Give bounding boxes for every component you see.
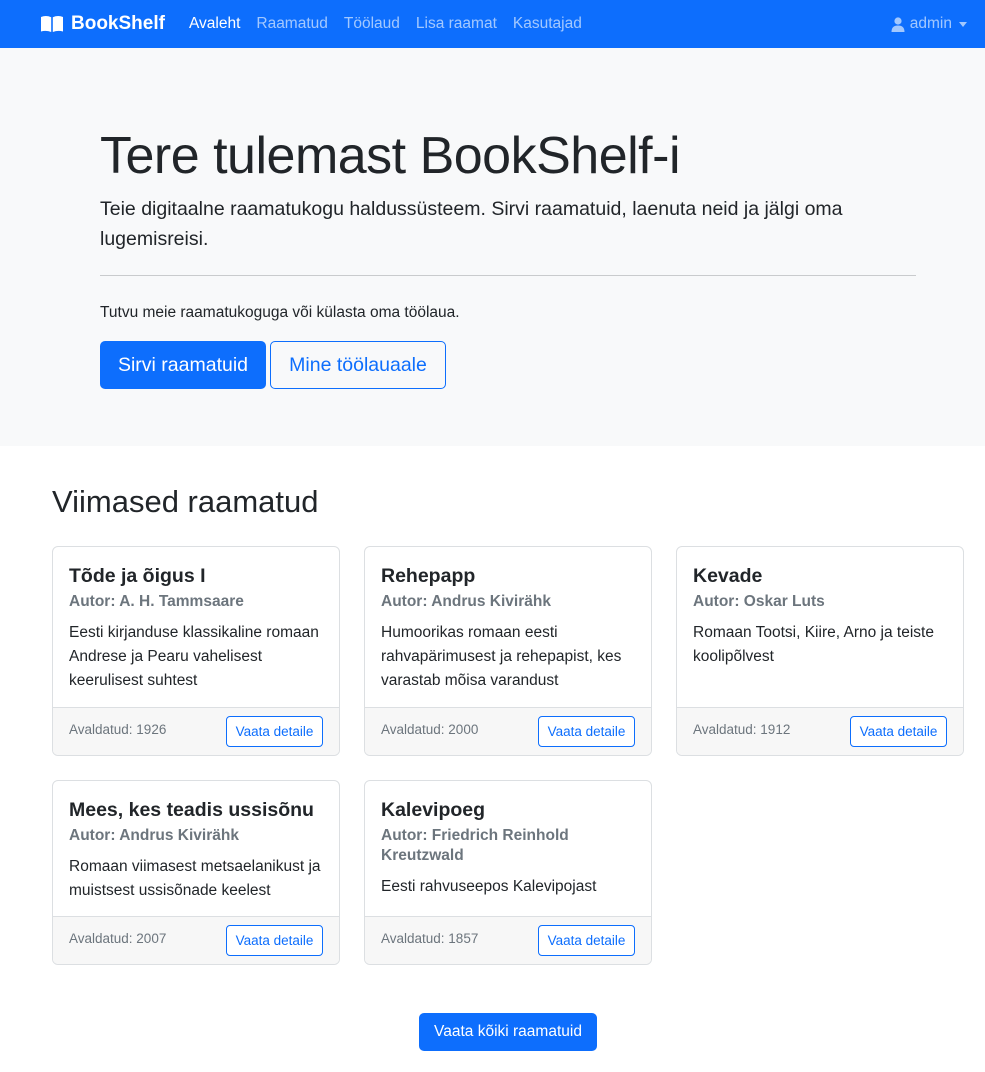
book-published: Avaldatud: 2007 [69, 931, 167, 946]
book-description: Eesti kirjanduse klassikaline romaan And… [69, 624, 319, 689]
book-author: Autor: A. H. Tammsaare [69, 593, 244, 610]
nav-links: Avaleht Raamatud Töölaud Lisa raamat Kas… [189, 15, 598, 33]
book-title: Kalevipoeg [381, 799, 486, 821]
user-menu-dropdown[interactable]: admin [891, 15, 967, 33]
book-title: Tõde ja õigus I [69, 565, 206, 587]
book-card: Mees, kes teadis ussisõnu Autor: Andrus … [52, 780, 340, 965]
book-description: Eesti rahvuseepos Kalevipojast [381, 878, 597, 895]
card-footer: Avaldatud: 2000 Vaata detaile [365, 707, 651, 755]
view-details-button[interactable]: Vaata detaile [226, 716, 323, 747]
book-description: Humoorikas romaan eesti rahvapärimusest … [381, 624, 622, 689]
book-open-icon [41, 16, 63, 32]
card-footer: Avaldatud: 1912 Vaata detaile [677, 707, 963, 755]
hero-section: Tere tulemast BookShelf-i Teie digitaaln… [0, 48, 985, 446]
book-card: Kevade Autor: Oskar Luts Romaan Tootsi, … [676, 546, 964, 756]
nav-link-kasutajad[interactable]: Kasutajad [513, 15, 582, 33]
view-details-button[interactable]: Vaata detaile [850, 716, 947, 747]
hero-lead: Teie digitaalne raamatukogu haldussüstee… [100, 198, 843, 250]
hero-divider [100, 275, 916, 276]
view-details-button[interactable]: Vaata detaile [538, 925, 635, 956]
nav-link-avaleht[interactable]: Avaleht [189, 15, 240, 33]
user-name: admin [909, 15, 952, 32]
book-description: Romaan viimasest metsaelanikust ja muist… [69, 858, 321, 899]
book-author: Autor: Andrus Kivirähk [381, 593, 551, 610]
nav-link-lisa-raamat[interactable]: Lisa raamat [416, 15, 497, 33]
user-icon [891, 16, 905, 32]
book-title: Rehepapp [381, 565, 476, 587]
card-footer: Avaldatud: 1857 Vaata detaile [365, 916, 651, 964]
caret-down-icon [959, 21, 967, 27]
book-author: Autor: Friedrich Reinhold Kreutzwald [381, 827, 569, 864]
recent-books-title: Viimased raamatud [52, 484, 319, 519]
brand-link[interactable]: BookShelf [40, 13, 165, 35]
book-author: Autor: Oskar Luts [693, 593, 825, 610]
book-published: Avaldatud: 1926 [69, 722, 167, 737]
book-title: Kevade [693, 565, 763, 587]
navbar: BookShelf Avaleht Raamatud Töölaud Lisa … [0, 0, 985, 48]
view-details-button[interactable]: Vaata detaile [226, 925, 323, 956]
book-published: Avaldatud: 2000 [381, 722, 479, 737]
book-author: Autor: Andrus Kivirähk [69, 827, 239, 844]
book-published: Avaldatud: 1857 [381, 931, 479, 946]
card-footer: Avaldatud: 2007 Vaata detaile [53, 916, 339, 964]
card-footer: Avaldatud: 1926 Vaata detaile [53, 707, 339, 755]
book-card: Rehepapp Autor: Andrus Kivirähk Humoorik… [364, 546, 652, 756]
book-title: Mees, kes teadis ussisõnu [69, 799, 314, 821]
go-to-dashboard-button[interactable]: Mine töölauaale [270, 341, 446, 389]
book-description: Romaan Tootsi, Kiire, Arno ja teiste koo… [693, 624, 934, 665]
view-details-button[interactable]: Vaata detaile [538, 716, 635, 747]
hero-text: Tutvu meie raamatukoguga või külasta oma… [100, 304, 460, 321]
book-card: Tõde ja õigus I Autor: A. H. Tammsaare E… [52, 546, 340, 756]
hero-title: Tere tulemast BookShelf-i [100, 127, 681, 185]
view-all-books-button[interactable]: Vaata kõiki raamatuid [419, 1013, 597, 1051]
book-published: Avaldatud: 1912 [693, 722, 791, 737]
brand-name: BookShelf [71, 13, 165, 34]
book-card: Kalevipoeg Autor: Friedrich Reinhold Kre… [364, 780, 652, 965]
nav-link-toolaud[interactable]: Töölaud [344, 15, 400, 33]
nav-link-raamatud[interactable]: Raamatud [256, 15, 328, 33]
browse-books-button[interactable]: Sirvi raamatuid [100, 341, 266, 389]
